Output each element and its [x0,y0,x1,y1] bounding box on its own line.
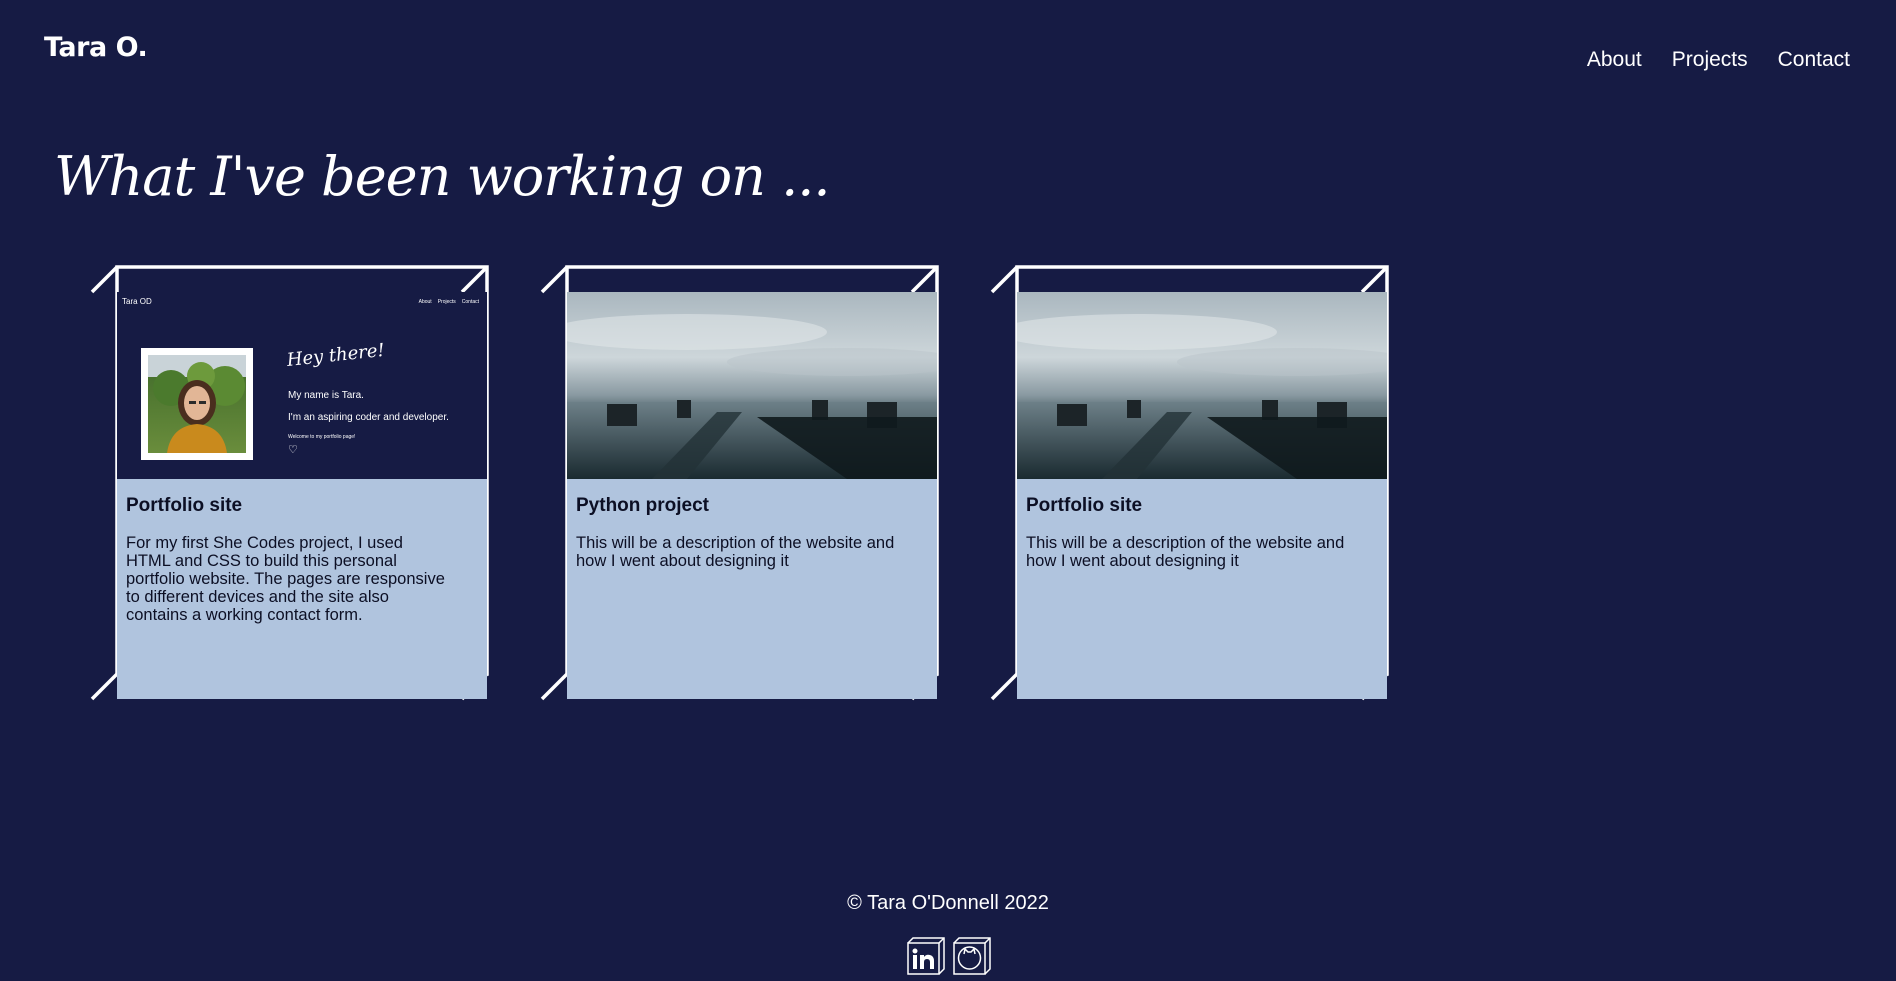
github-icon[interactable] [952,936,992,976]
project-description: This will be a description of the websit… [576,534,895,570]
card-face: Portfolio site This will be a descriptio… [1017,292,1387,699]
profile-photo [141,348,253,460]
preview-line-2: I'm an aspiring coder and developer. [288,412,449,423]
card-face: Python project This will be a descriptio… [567,292,937,699]
nav-link-about[interactable]: About [1587,48,1642,72]
copyright-text: © Tara O'Donnell 2022 [847,892,1049,914]
portfolio-screenshot: Tara OD About Projects Contact Hey there… [117,292,487,479]
main-nav: About Projects Contact [1587,48,1850,72]
pier-seascape-photo [1017,292,1387,479]
nav-link-projects[interactable]: Projects [1672,48,1748,72]
preview-greeting: Hey there! [285,339,386,371]
project-description: This will be a description of the websit… [1026,534,1345,570]
preview-nav-contact: Contact [461,299,479,305]
preview-nav-about: About [418,299,432,305]
preview-line-3: Welcome to my portfolio page! [288,434,356,440]
preview-nav: About Projects Contact [419,299,479,305]
preview-nav-projects: Projects [437,299,456,305]
project-card[interactable]: Python project This will be a descriptio… [540,265,944,702]
social-links [906,936,992,976]
heart-icon: ♡ [288,444,298,456]
project-title: Portfolio site [1026,495,1143,516]
linkedin-icon[interactable] [906,936,946,976]
project-thumbnail: Tara OD About Projects Contact Hey there… [117,292,487,479]
preview-line-1: My name is Tara. [288,390,364,401]
project-card[interactable]: Tara OD About Projects Contact Hey there… [90,265,494,702]
project-card[interactable]: Portfolio site This will be a descriptio… [990,265,1394,702]
project-title: Portfolio site [126,495,243,516]
project-thumbnail [567,292,937,479]
project-description: For my first She Codes project, I used H… [126,534,445,624]
page-heading: What I've been working on ... [54,145,831,208]
card-face: Tara OD About Projects Contact Hey there… [117,292,487,699]
preview-brand: Tara OD [122,297,152,306]
pier-seascape-photo [567,292,937,479]
site-logo[interactable]: Tara O. [44,32,148,63]
project-title: Python project [576,495,710,516]
nav-link-contact[interactable]: Contact [1778,48,1850,72]
project-thumbnail [1017,292,1387,479]
